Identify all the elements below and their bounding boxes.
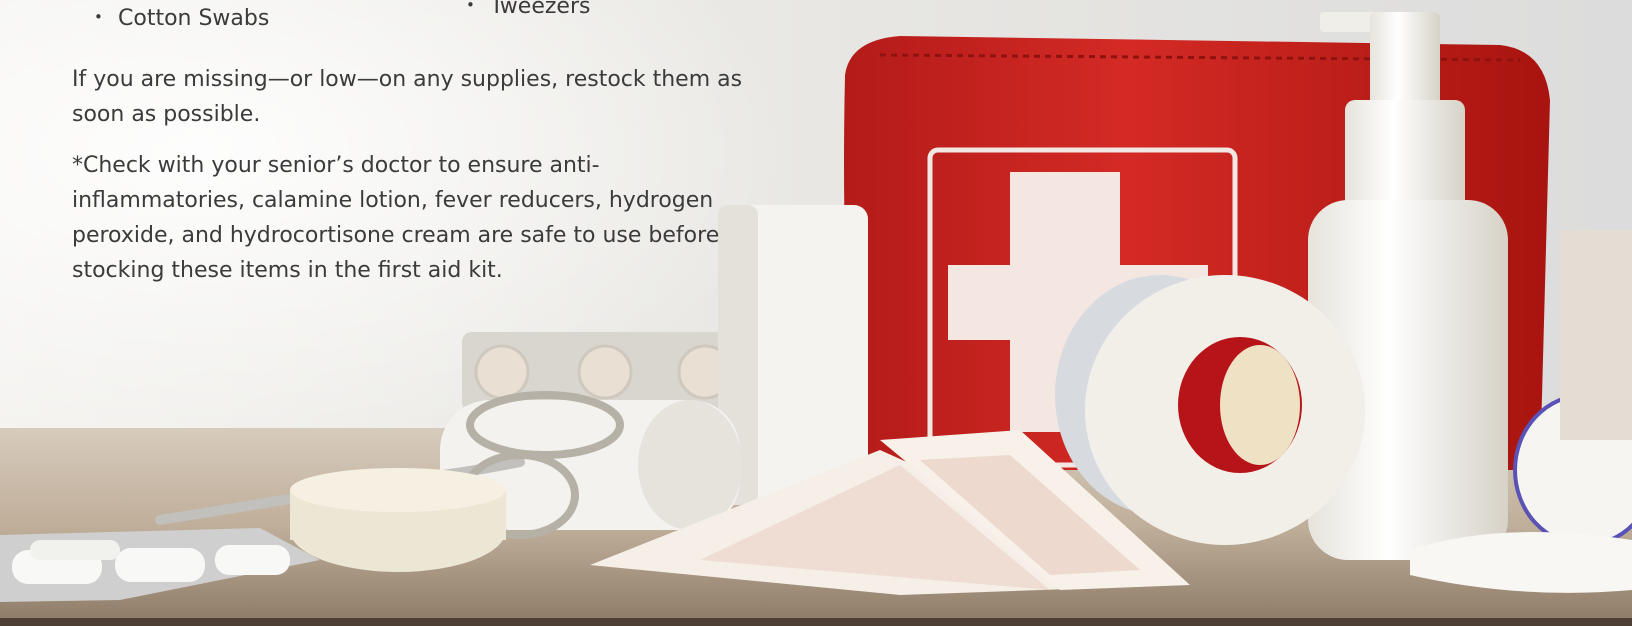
list-item: • Cotton Swabs — [94, 6, 269, 31]
list-item: • Tweezers — [466, 0, 590, 19]
bullet-icon: • — [94, 8, 103, 26]
list-item-label: Tweezers — [490, 0, 591, 19]
doctor-note-paragraph: *Check with your senior’s doctor to ensu… — [72, 153, 720, 283]
bullet-icon: • — [466, 0, 475, 14]
restock-paragraph: If you are missing—or low—on any supplie… — [72, 67, 743, 127]
list-item-label: Cotton Swabs — [118, 6, 270, 31]
